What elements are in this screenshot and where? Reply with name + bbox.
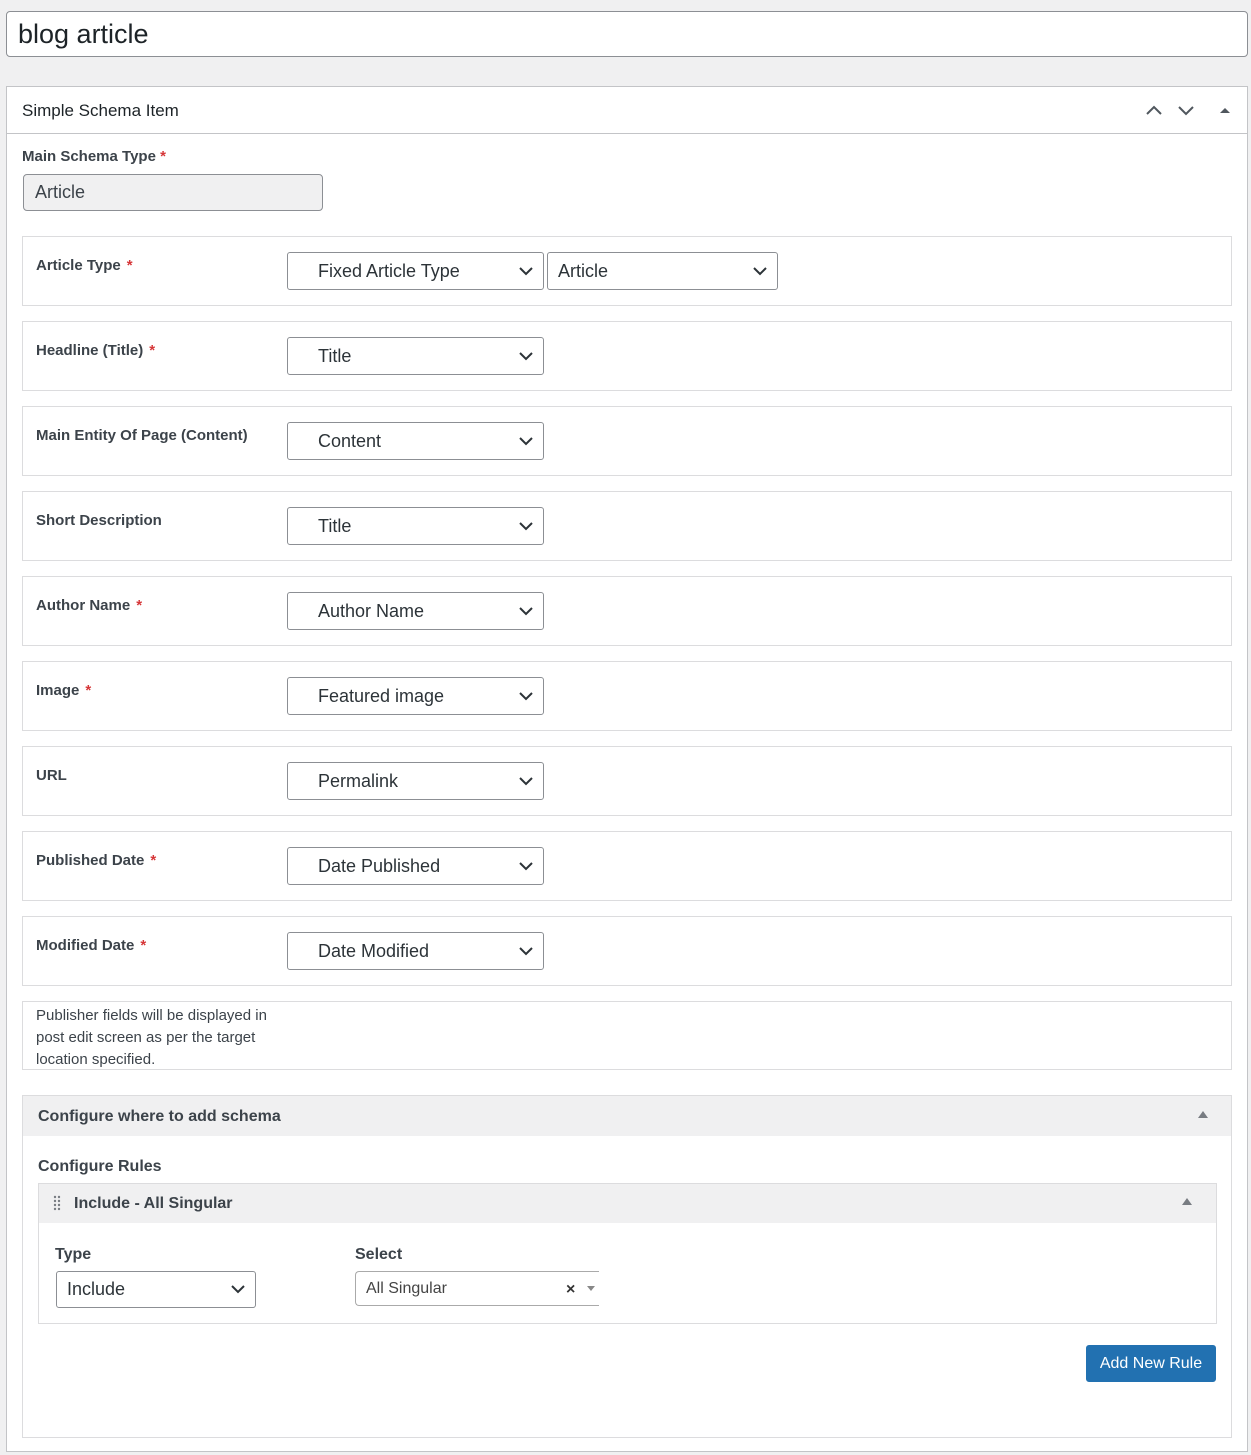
collapse-up-icon[interactable] <box>1198 1111 1208 1118</box>
field-row-author-name: Author Name * Author Name <box>22 576 1232 646</box>
field-label: Author Name * <box>36 597 143 614</box>
chevron-down-icon <box>519 267 533 276</box>
chevron-down-icon <box>519 437 533 446</box>
short-description-select[interactable]: Title <box>287 507 544 545</box>
field-label: Short Description <box>36 512 162 529</box>
field-row-url: URL Permalink <box>22 746 1232 816</box>
rule-item: Include - All Singular Type Select Inclu… <box>38 1183 1217 1324</box>
collapse-toggle-icon[interactable] <box>1214 99 1236 121</box>
move-up-icon[interactable] <box>1143 99 1165 121</box>
headline-select[interactable]: Title <box>287 337 544 375</box>
field-row-main-entity: Main Entity Of Page (Content) Content <box>22 406 1232 476</box>
field-label: Published Date * <box>36 852 157 869</box>
field-row-modified-date: Modified Date * Date Modified <box>22 916 1232 986</box>
add-new-rule-button[interactable]: Add New Rule <box>1086 1345 1216 1382</box>
configure-schema-title: Configure where to add schema <box>38 1108 281 1125</box>
publisher-note-box: Publisher fields will be displayed in po… <box>22 1001 1232 1070</box>
required-asterisk: * <box>136 597 143 614</box>
post-title-input[interactable]: blog article <box>6 11 1248 57</box>
configure-schema-section: Configure where to add schema Configure … <box>22 1095 1232 1438</box>
rule-title: Include - All Singular <box>74 1195 233 1212</box>
field-label: Modified Date * <box>36 937 147 954</box>
chevron-down-icon <box>231 1285 245 1294</box>
field-row-published-date: Published Date * Date Published <box>22 831 1232 901</box>
field-row-image: Image * Featured image <box>22 661 1232 731</box>
configure-rules-label: Configure Rules <box>38 1158 162 1175</box>
field-label: Image * <box>36 682 92 699</box>
drag-handle-icon[interactable] <box>53 1195 61 1211</box>
image-select[interactable]: Featured image <box>287 677 544 715</box>
required-asterisk: * <box>140 937 147 954</box>
required-asterisk: * <box>85 682 92 699</box>
rule-select-label: Select <box>355 1246 403 1263</box>
publisher-note-text: Publisher fields will be displayed in po… <box>36 1007 267 1068</box>
published-date-select[interactable]: Date Published <box>287 847 544 885</box>
field-row-headline: Headline (Title) * Title <box>22 321 1232 391</box>
chevron-down-icon <box>753 267 767 276</box>
simple-schema-panel: Simple Schema Item Main Schema Type * Ar… <box>6 86 1248 1452</box>
field-label: Headline (Title) * <box>36 342 156 359</box>
collapse-up-icon[interactable] <box>1182 1198 1192 1205</box>
author-name-select[interactable]: Author Name <box>287 592 544 630</box>
rule-type-select[interactable]: Include <box>56 1271 256 1308</box>
field-row-article-type: Article Type * Fixed Article Type Article <box>22 236 1232 306</box>
required-asterisk: * <box>150 852 157 869</box>
rule-header[interactable]: Include - All Singular <box>39 1184 1216 1223</box>
main-entity-select[interactable]: Content <box>287 422 544 460</box>
panel-title: Simple Schema Item <box>22 101 179 120</box>
chevron-down-icon <box>519 947 533 956</box>
article-type-mode-select[interactable]: Fixed Article Type <box>287 252 544 290</box>
chevron-down-icon <box>519 692 533 701</box>
field-label: URL <box>36 767 67 784</box>
chevron-down-icon <box>519 352 533 361</box>
chevron-down-icon <box>519 777 533 786</box>
field-label: Article Type * <box>36 257 133 274</box>
main-schema-type-label: Main Schema Type * <box>22 148 166 165</box>
rule-value-select[interactable]: All Singular × <box>355 1271 599 1306</box>
modified-date-select[interactable]: Date Modified <box>287 932 544 970</box>
move-down-icon[interactable] <box>1175 99 1197 121</box>
required-asterisk: * <box>149 342 156 359</box>
field-row-short-description: Short Description Title <box>22 491 1232 561</box>
article-type-select[interactable]: Article <box>547 252 778 290</box>
rule-type-label: Type <box>55 1246 92 1263</box>
chevron-down-icon <box>519 862 533 871</box>
url-select[interactable]: Permalink <box>287 762 544 800</box>
required-asterisk: * <box>126 257 133 274</box>
required-asterisk: * <box>160 148 166 165</box>
chevron-down-icon <box>519 522 533 531</box>
field-label: Main Entity Of Page (Content) <box>36 427 248 444</box>
chevron-down-icon <box>519 607 533 616</box>
configure-schema-header[interactable]: Configure where to add schema <box>23 1096 1231 1136</box>
main-schema-type-field: Article <box>23 174 323 211</box>
clear-icon[interactable]: × <box>566 1273 575 1306</box>
panel-header: Simple Schema Item <box>7 87 1247 134</box>
dropdown-arrow-icon[interactable] <box>587 1286 595 1291</box>
